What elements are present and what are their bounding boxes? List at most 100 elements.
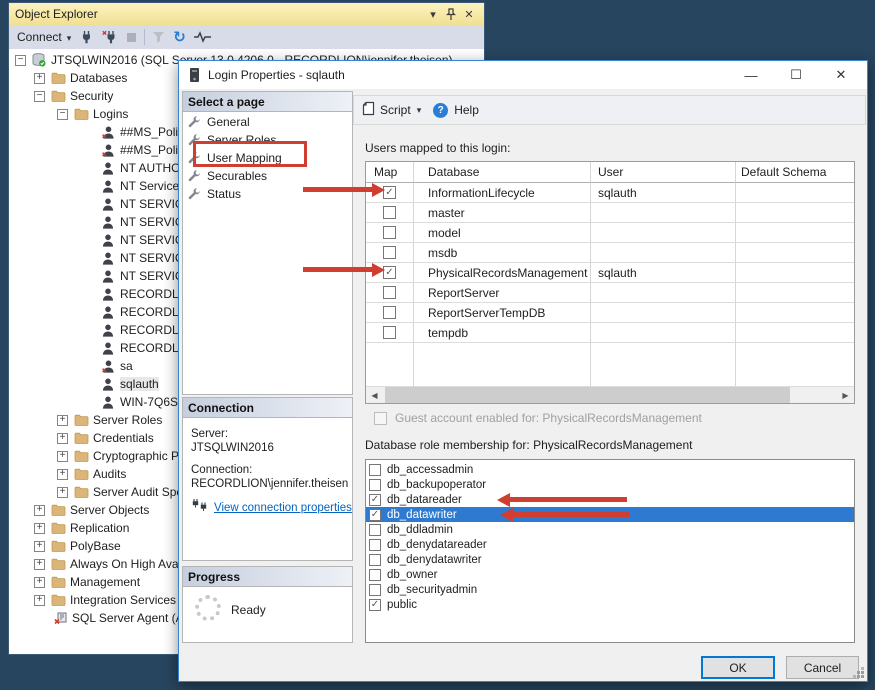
table-cell[interactable] — [736, 183, 854, 203]
help-icon[interactable]: ? — [433, 103, 448, 118]
expand-icon[interactable]: + — [34, 505, 45, 516]
unchecked-checkbox[interactable] — [383, 306, 396, 319]
table-cell[interactable]: sqlauth — [591, 183, 736, 203]
unchecked-checkbox[interactable] — [369, 569, 381, 581]
tree-item-sql-server-agent-a[interactable]: SQL Server Agent (A — [34, 609, 184, 627]
refresh-icon[interactable]: ↻ — [169, 27, 190, 48]
tree-item-server-objects[interactable]: +Server Objects — [34, 501, 149, 519]
collapse-icon[interactable]: − — [34, 91, 45, 102]
table-row-reportservertempdb[interactable]: ReportServerTempDB — [366, 303, 854, 323]
tree-item-server-roles[interactable]: +Server Roles — [57, 411, 162, 429]
expand-icon[interactable]: + — [34, 559, 45, 570]
script-dropdown-caret-icon[interactable]: ▾ — [417, 105, 422, 116]
expand-icon[interactable]: + — [34, 73, 45, 84]
table-cell[interactable] — [591, 243, 736, 263]
table-cell[interactable] — [736, 263, 854, 283]
table-row-physicalrecordsmanagement[interactable]: ✓PhysicalRecordsManagementsqlauth — [366, 263, 854, 283]
window-position-chevron-icon[interactable]: ▾ — [424, 6, 442, 22]
tree-item-cryptographic-p[interactable]: +Cryptographic P — [57, 447, 179, 465]
tree-item-integration-services[interactable]: +Integration Services — [34, 591, 176, 609]
expand-icon[interactable]: + — [34, 541, 45, 552]
expand-icon[interactable]: + — [57, 469, 68, 480]
table-cell[interactable] — [591, 203, 736, 223]
table-row-msdb[interactable]: msdb — [366, 243, 854, 263]
expand-icon[interactable]: + — [57, 487, 68, 498]
unchecked-checkbox[interactable] — [369, 539, 381, 551]
tree-item-ms-policy[interactable]: ##MS_Policy — [82, 123, 190, 141]
table-cell[interactable] — [736, 243, 854, 263]
database-role-list[interactable]: db_accessadmindb_backupoperator✓db_datar… — [365, 459, 855, 643]
tree-item-polybase[interactable]: +PolyBase — [34, 537, 121, 555]
role-row-db-ddladmin[interactable]: db_ddladmin — [366, 522, 854, 537]
unchecked-checkbox[interactable] — [369, 554, 381, 566]
tree-item-credentials[interactable]: +Credentials — [57, 429, 154, 447]
table-cell[interactable] — [736, 303, 854, 323]
collapse-icon[interactable]: − — [57, 109, 68, 120]
scroll-left-icon[interactable]: ◀ — [366, 387, 383, 404]
unchecked-checkbox[interactable] — [383, 286, 396, 299]
expand-icon[interactable]: + — [57, 415, 68, 426]
tree-item-nt-service-m[interactable]: NT Service\M — [82, 177, 192, 195]
tree-item-always-on-high-ava[interactable]: +Always On High Ava — [34, 555, 179, 573]
table-cell[interactable] — [736, 203, 854, 223]
table-cell[interactable]: model — [414, 223, 591, 243]
pin-icon[interactable] — [442, 6, 460, 22]
tree-item-security[interactable]: −Security — [34, 87, 113, 105]
table-cell[interactable]: sqlauth — [591, 263, 736, 283]
cancel-button[interactable]: Cancel — [786, 656, 859, 679]
checked-checkbox[interactable]: ✓ — [369, 494, 381, 506]
unchecked-checkbox[interactable] — [383, 246, 396, 259]
page-item-securables[interactable]: Securables — [188, 167, 267, 185]
expand-icon[interactable]: + — [34, 523, 45, 534]
tree-item-ms-policy[interactable]: ##MS_Policy — [82, 141, 190, 159]
tree-item-win-7q6sh8[interactable]: WIN-7Q6SH8 — [82, 393, 193, 411]
table-cell[interactable] — [591, 223, 736, 243]
table-cell[interactable] — [591, 283, 736, 303]
table-cell[interactable] — [736, 283, 854, 303]
checked-checkbox[interactable]: ✓ — [369, 509, 381, 521]
horizontal-scrollbar[interactable]: ◀▶ — [366, 386, 854, 403]
view-connection-properties-link[interactable]: View connection properties — [214, 502, 352, 514]
connect-plug-icon[interactable] — [75, 27, 98, 48]
role-row-db-securityadmin[interactable]: db_securityadmin — [366, 582, 854, 597]
resize-grip[interactable] — [861, 675, 864, 678]
role-row-public[interactable]: ✓public — [366, 597, 854, 612]
tree-item-databases[interactable]: +Databases — [34, 69, 127, 87]
table-cell[interactable]: InformationLifecycle — [414, 183, 591, 203]
unchecked-checkbox[interactable] — [369, 584, 381, 596]
maximize-button[interactable]: ☐ — [780, 63, 812, 87]
table-cell[interactable] — [736, 223, 854, 243]
script-button[interactable]: Script — [380, 103, 411, 117]
tree-item-sqlauth[interactable]: sqlauth — [82, 375, 159, 393]
table-cell[interactable] — [736, 323, 854, 343]
unchecked-checkbox[interactable] — [369, 479, 381, 491]
tree-item-audits[interactable]: +Audits — [57, 465, 126, 483]
expand-icon[interactable]: + — [57, 433, 68, 444]
table-cell[interactable] — [591, 303, 736, 323]
tree-item-sa[interactable]: sa — [82, 357, 133, 375]
table-row-model[interactable]: model — [366, 223, 854, 243]
scrollbar-thumb[interactable] — [385, 387, 790, 404]
checked-checkbox[interactable]: ✓ — [369, 599, 381, 611]
table-row-reportserver[interactable]: ReportServer — [366, 283, 854, 303]
role-row-db-accessadmin[interactable]: db_accessadmin — [366, 462, 854, 477]
minimize-button[interactable]: — — [735, 63, 767, 87]
help-button[interactable]: Help — [454, 103, 479, 117]
table-cell[interactable]: msdb — [414, 243, 591, 263]
expand-icon[interactable]: + — [34, 577, 45, 588]
disconnect-plug-icon[interactable] — [98, 27, 122, 48]
expand-icon[interactable]: + — [34, 595, 45, 606]
tree-item-management[interactable]: +Management — [34, 573, 140, 591]
role-row-db-denydatawriter[interactable]: db_denydatawriter — [366, 552, 854, 567]
tree-item-logins[interactable]: −Logins — [57, 105, 128, 123]
unchecked-checkbox[interactable] — [383, 206, 396, 219]
role-row-db-owner[interactable]: db_owner — [366, 567, 854, 582]
table-cell[interactable] — [591, 323, 736, 343]
table-cell[interactable]: master — [414, 203, 591, 223]
role-row-db-denydatareader[interactable]: db_denydatareader — [366, 537, 854, 552]
expand-icon[interactable]: + — [57, 451, 68, 462]
table-cell[interactable]: ReportServerTempDB — [414, 303, 591, 323]
dialog-titlebar[interactable]: Login Properties - sqlauth — ☐ ✕ — [179, 61, 867, 89]
table-cell[interactable]: PhysicalRecordsManagement — [414, 263, 591, 283]
role-row-db-backupoperator[interactable]: db_backupoperator — [366, 477, 854, 492]
